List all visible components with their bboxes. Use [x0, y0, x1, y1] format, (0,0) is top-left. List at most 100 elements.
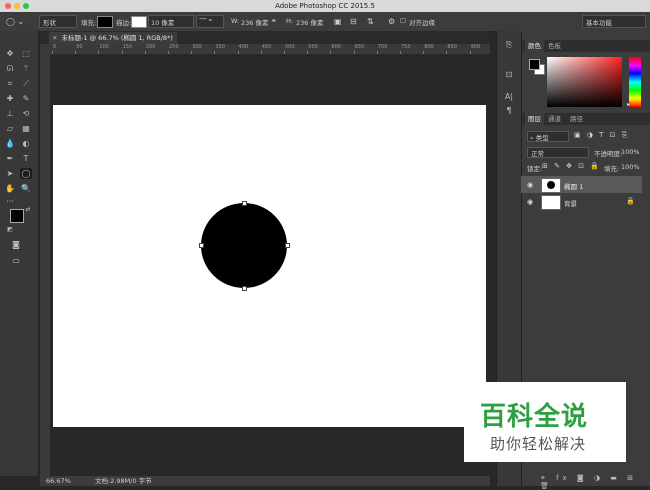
hue-slider[interactable]	[629, 57, 641, 107]
gear-icon[interactable]: ⚙	[388, 17, 395, 26]
ruler-tick-label: 650	[354, 44, 365, 50]
quick-mask-icon[interactable]: ◙	[10, 239, 22, 250]
character-panel-icon[interactable]: A|	[503, 91, 515, 102]
blend-mode-dropdown[interactable]: 正常	[527, 147, 589, 158]
opacity-label: 不透明度:	[594, 150, 623, 158]
w-field[interactable]: 236 像素	[241, 17, 268, 27]
panel-foreground-swatch[interactable]	[529, 59, 540, 70]
workspace-value: 基本功能	[586, 19, 612, 27]
clone-stamp-tool-icon[interactable]: ⊥	[4, 108, 16, 119]
h-label: H:	[286, 17, 294, 25]
zoom-window-icon[interactable]	[23, 3, 29, 9]
layer-row[interactable]: ◉ 椭圆 1	[521, 176, 642, 193]
path-alignment-icon[interactable]: ⊟	[350, 17, 357, 26]
anchor-point-top[interactable]	[242, 201, 247, 206]
watermark-title: 百科全说	[480, 402, 589, 432]
opacity-value[interactable]: 100%	[621, 148, 640, 156]
layers-panel-tabs: 图层 通道 路径	[522, 113, 650, 125]
fill-swatch[interactable]	[97, 16, 113, 28]
ruler-tick-label: 600	[331, 44, 341, 50]
close-tab-icon[interactable]: ✕	[52, 34, 57, 42]
tab-color[interactable]: 颜色	[525, 40, 544, 52]
layer-name[interactable]: 背景	[564, 198, 577, 208]
h-field[interactable]: 236 像素	[296, 17, 323, 27]
fill-label: 填充:	[604, 165, 620, 173]
tab-paths[interactable]: 路径	[567, 113, 586, 125]
document-tab[interactable]: ✕ 未标题-1 @ 66.7% (椭圆 1, RGB/8*) *	[49, 32, 177, 54]
anchor-point-bottom[interactable]	[242, 286, 247, 291]
lasso-tool-icon[interactable]: ᘏ	[4, 63, 16, 74]
minimize-window-icon[interactable]	[14, 3, 20, 9]
fill-value[interactable]: 100%	[621, 163, 640, 171]
healing-brush-tool-icon[interactable]: ✚	[4, 93, 16, 104]
shape-mode-value: 形状	[43, 19, 56, 27]
layer-name[interactable]: 椭圆 1	[564, 181, 583, 191]
lock-icons[interactable]: ⊞ ✎ ✥ ⊡ 🔒	[542, 162, 601, 170]
lock-icon: 🔒	[626, 197, 635, 205]
crop-tool-icon[interactable]: ⌗	[4, 78, 16, 89]
more-tools-icon[interactable]: ···	[4, 196, 16, 207]
stroke-label: 描边:	[116, 19, 132, 27]
eraser-tool-icon[interactable]: ▱	[4, 123, 16, 134]
ruler-tick-label: 350	[215, 44, 225, 50]
paragraph-panel-icon[interactable]: ¶	[503, 105, 515, 116]
zoom-level[interactable]: 66.67%	[46, 476, 71, 486]
anchor-point-left[interactable]	[199, 243, 204, 248]
magic-wand-tool-icon[interactable]: ⚚	[20, 63, 32, 74]
eyedropper-tool-icon[interactable]: ⟋	[20, 78, 32, 89]
brush-tool-icon[interactable]: ✎	[20, 93, 32, 104]
hue-slider-handle-icon[interactable]: ▸	[627, 101, 630, 108]
ellipse-tool-icon[interactable]: ◯	[20, 168, 32, 179]
link-icon[interactable]: ⚭	[271, 17, 277, 25]
type-tool-icon[interactable]: T	[20, 153, 32, 164]
tab-layers[interactable]: 图层	[525, 113, 544, 125]
properties-panel-icon[interactable]: ⊡	[503, 69, 515, 80]
path-selection-tool-icon[interactable]: ➤	[4, 168, 16, 179]
stroke-line-icon: —⌄	[199, 14, 214, 23]
tab-channels[interactable]: 通道	[545, 113, 564, 125]
path-arrangement-icon[interactable]: ⇅	[367, 17, 374, 26]
close-window-icon[interactable]	[5, 3, 11, 9]
ruler-tick-label: 450	[261, 44, 272, 50]
layer-filter-dropdown[interactable]: ⌕ 类型	[527, 131, 569, 142]
ellipse-tool-preset-icon[interactable]: ◯ ⌄	[6, 17, 24, 26]
move-tool-icon[interactable]: ✥	[4, 48, 16, 59]
ruler-tick-label: 850	[447, 44, 457, 50]
doc-info-menu-icon[interactable]: ›	[147, 476, 150, 486]
gradient-tool-icon[interactable]: ▦	[20, 123, 32, 134]
dodge-tool-icon[interactable]: ◐	[20, 138, 32, 149]
tab-swatches[interactable]: 色板	[545, 40, 564, 52]
color-panel-tabs: 颜色 色板	[522, 40, 650, 52]
screen-mode-icon[interactable]: ▭	[10, 255, 22, 266]
stroke-width-value: 10 像素	[151, 19, 175, 27]
zoom-tool-icon[interactable]: 🔍	[20, 183, 32, 194]
hand-tool-icon[interactable]: ✋	[4, 183, 16, 194]
color-spectrum[interactable]	[547, 57, 622, 107]
marquee-tool-icon[interactable]: ⬚	[20, 48, 32, 59]
default-colors-icon[interactable]: ◩	[4, 224, 16, 235]
history-brush-tool-icon[interactable]: ⟲	[20, 108, 32, 119]
align-edges-checkbox[interactable]: ☐	[400, 17, 406, 25]
pen-tool-icon[interactable]: ✒	[4, 153, 16, 164]
visibility-eye-icon[interactable]: ◉	[527, 198, 533, 206]
blur-tool-icon[interactable]: 💧	[4, 138, 16, 149]
ruler-tick-label: 700	[377, 44, 388, 50]
options-bar: ◯ ⌄ 形状 填充: 描边: 10 像素 —⌄ W: 236 像素 ⚭ H: 2…	[0, 12, 650, 32]
blend-mode-value: 正常	[531, 150, 544, 158]
ellipse-shape[interactable]	[201, 203, 287, 288]
layer-filter-icons[interactable]: ▣ ◑ T ⊡ ⎘	[574, 131, 629, 140]
stroke-swatch[interactable]	[131, 16, 147, 28]
swap-colors-icon[interactable]: ⇄	[22, 204, 34, 215]
layer-filter-value: 类型	[535, 134, 549, 142]
watermark-subtitle: 助你轻松解决	[490, 435, 587, 453]
anchor-point-right[interactable]	[285, 243, 290, 248]
history-panel-icon[interactable]: ⎘	[503, 39, 515, 50]
ruler-tick-label: 150	[122, 44, 133, 50]
window-title: Adobe Photoshop CC 2015.5	[275, 2, 375, 10]
layer-bottom-actions[interactable]: ⚭ fx ◙ ◑ ▬ ⊞ 🗑	[540, 474, 650, 490]
fill-label: 填充:	[81, 19, 97, 27]
layer-row[interactable]: ◉ 背景 🔒	[521, 193, 642, 210]
path-operations-icon[interactable]: ▣	[334, 17, 342, 26]
visibility-eye-icon[interactable]: ◉	[527, 181, 533, 189]
lock-label: 锁定:	[527, 165, 543, 173]
